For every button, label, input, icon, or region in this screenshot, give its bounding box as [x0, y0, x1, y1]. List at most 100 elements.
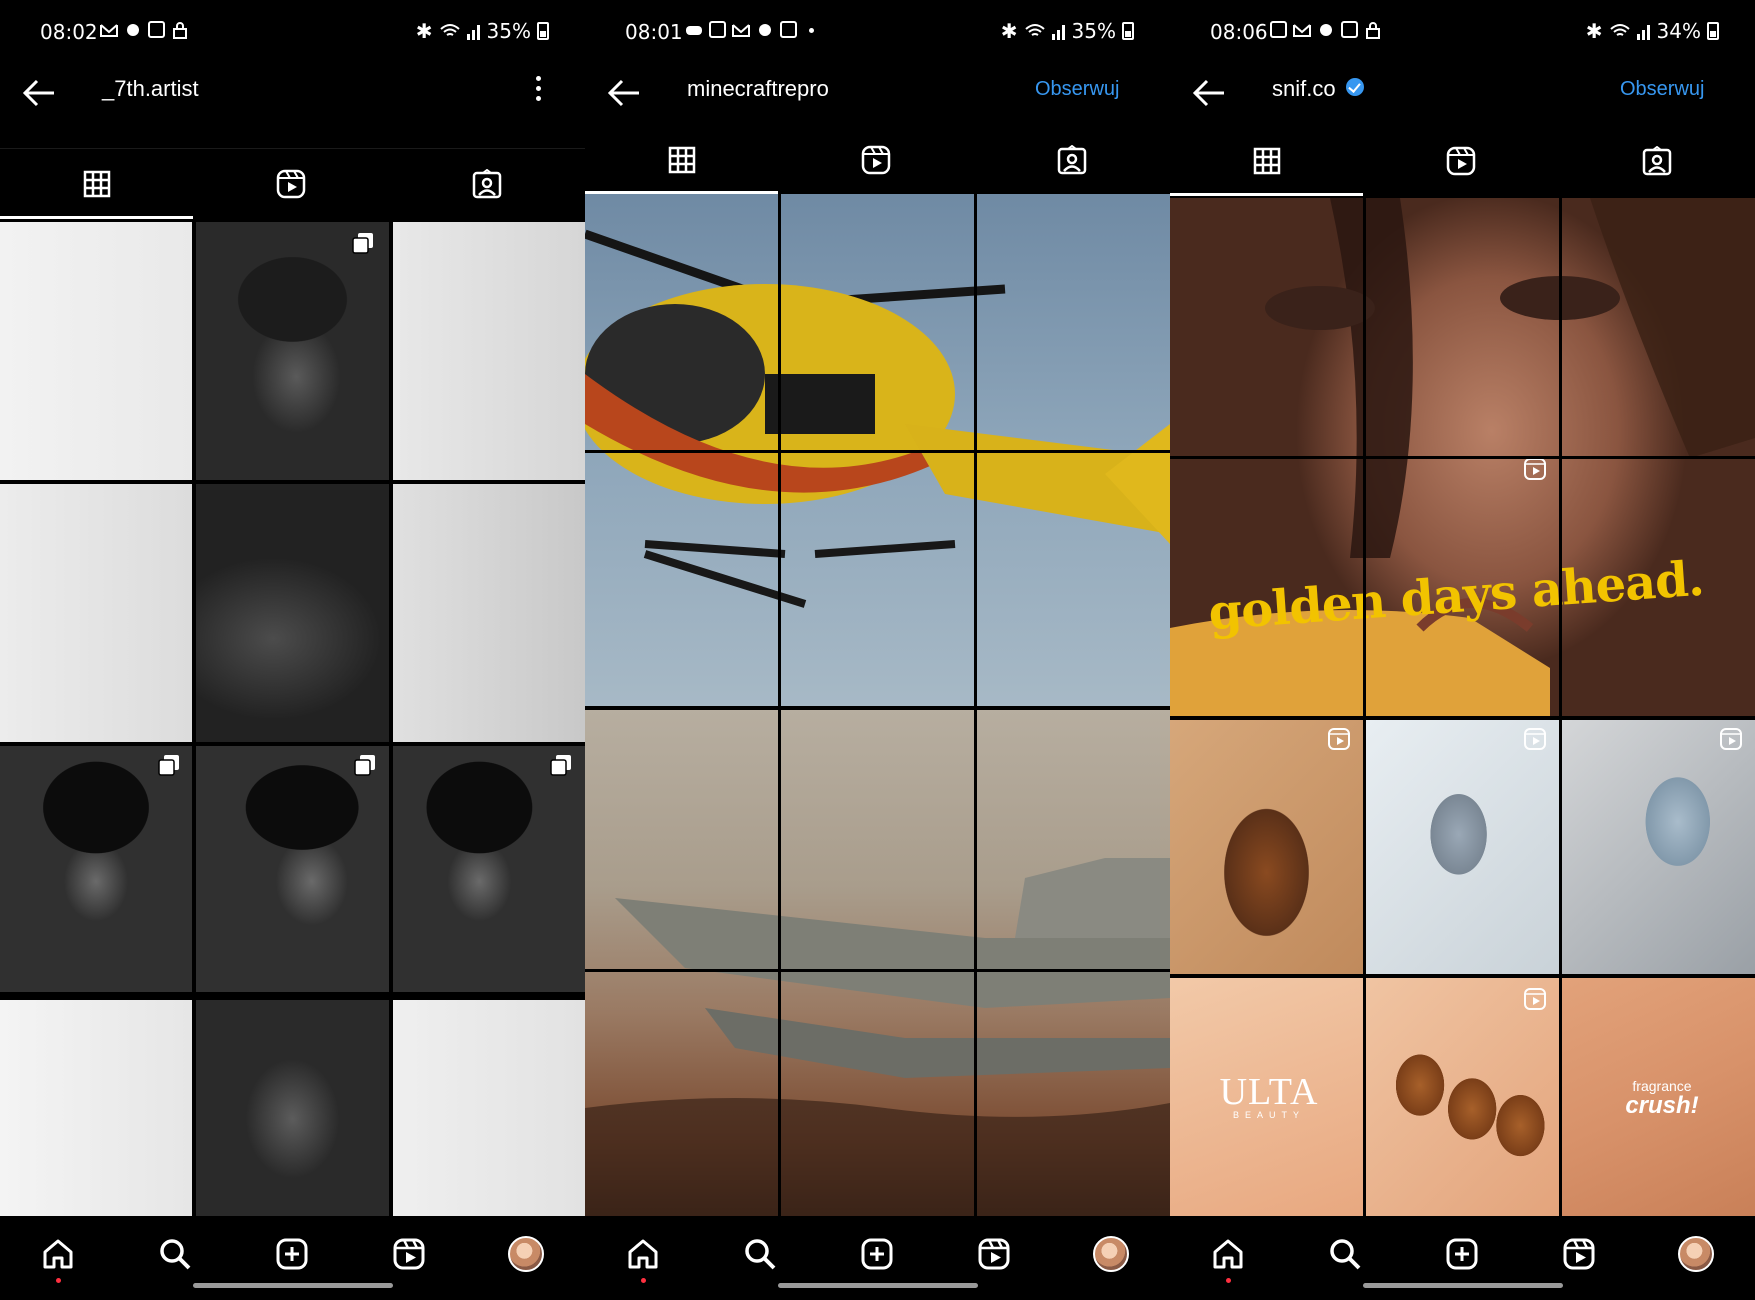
home-icon: [628, 1239, 658, 1269]
home-icon: [1213, 1239, 1243, 1269]
post-grid: [585, 194, 1170, 1216]
profile-tabs: [1170, 126, 1755, 196]
plus-square-icon: [861, 1238, 893, 1270]
back-arrow-icon[interactable]: [607, 78, 641, 108]
reel-icon: [1720, 728, 1742, 750]
post-thumbnail[interactable]: [1170, 720, 1363, 974]
tab-reels[interactable]: [193, 149, 389, 219]
battery-level: 35%: [1071, 19, 1116, 43]
ulta-logo: ULTA BEAUTY: [1204, 1070, 1334, 1120]
username-text: snif.co: [1272, 76, 1336, 101]
follow-button[interactable]: Obserwuj: [1035, 78, 1119, 101]
bottom-nav: [1170, 1216, 1755, 1300]
back-arrow-icon[interactable]: [1192, 78, 1226, 108]
grid-divider: [1363, 198, 1366, 1216]
nav-profile[interactable]: [506, 1234, 546, 1274]
post-thumbnail[interactable]: [393, 746, 585, 992]
nav-reels[interactable]: [974, 1234, 1014, 1274]
search-icon: [160, 1239, 191, 1270]
check-icon: [148, 21, 165, 38]
fragrance-line2: crush!: [1625, 1092, 1699, 1119]
profile-header: _7th.artist: [0, 64, 585, 124]
nav-reels[interactable]: [389, 1234, 429, 1274]
notification-dot: [1226, 1278, 1231, 1283]
grid-divider: [778, 194, 781, 1216]
app-icon: [124, 21, 142, 39]
post-thumbnail[interactable]: fragrance crush!: [1562, 978, 1755, 1216]
phone-screen-1: 08:02 ✱ 35% _7th.artist: [0, 0, 585, 1300]
post-thumbnail[interactable]: ULTA BEAUTY: [1170, 978, 1363, 1216]
post-thumbnail[interactable]: [0, 484, 192, 742]
post-thumbnail[interactable]: [1366, 720, 1559, 974]
more-options-icon[interactable]: [536, 76, 542, 106]
status-bar: 08:06 ✱ 34%: [1170, 0, 1755, 64]
phone-screen-3: 08:06 ✱ 34% snif.co Obserwuj golden days…: [1170, 0, 1755, 1300]
post-thumbnail[interactable]: [0, 222, 192, 480]
wifi-icon: [1609, 24, 1630, 36]
tab-grid[interactable]: [1170, 126, 1363, 196]
tab-tagged[interactable]: [974, 126, 1170, 194]
post-thumbnail[interactable]: [196, 222, 389, 480]
status-time: 08:02: [40, 20, 98, 44]
profile-header: snif.co Obserwuj: [1170, 64, 1755, 124]
nav-reels[interactable]: [1559, 1234, 1599, 1274]
tab-grid[interactable]: [0, 149, 193, 219]
plus-square-icon: [276, 1238, 308, 1270]
gmail-icon: [100, 21, 118, 39]
tab-tagged[interactable]: [389, 149, 585, 219]
post-grid: golden days ahead. ULTA BEAUTY fragrance…: [1170, 198, 1755, 1216]
jet-image: [585, 858, 1170, 1216]
post-thumbnail[interactable]: [0, 746, 192, 992]
tab-reels[interactable]: [1363, 126, 1559, 196]
status-right: ✱ 35%: [1001, 19, 1134, 43]
battery-level: 34%: [1656, 19, 1701, 43]
profile-header: minecraftrepro Obserwuj: [585, 64, 1170, 124]
notification-icons: [685, 21, 821, 39]
nav-profile[interactable]: [1091, 1234, 1131, 1274]
status-bar: 08:02 ✱ 35%: [0, 0, 585, 64]
wifi-icon: [1024, 24, 1045, 36]
nav-search[interactable]: [1325, 1234, 1365, 1274]
notification-dot: [641, 1278, 646, 1283]
notification-dot: [56, 1278, 61, 1283]
post-thumbnail[interactable]: [196, 1000, 389, 1216]
nav-home[interactable]: [623, 1234, 663, 1274]
nav-search[interactable]: [155, 1234, 195, 1274]
back-arrow-icon[interactable]: [22, 78, 56, 108]
post-thumbnail[interactable]: [393, 1000, 585, 1216]
post-thumbnail[interactable]: [1366, 978, 1559, 1216]
nav-profile[interactable]: [1676, 1234, 1716, 1274]
reels-icon: [1563, 1238, 1595, 1270]
post-thumbnail[interactable]: [393, 484, 585, 742]
tab-grid[interactable]: [585, 126, 778, 194]
fragrance-text: fragrance crush!: [1602, 1078, 1722, 1120]
tab-tagged[interactable]: [1559, 126, 1755, 196]
grid-divider: [1170, 716, 1755, 720]
nav-create[interactable]: [1442, 1234, 1482, 1274]
nav-create[interactable]: [857, 1234, 897, 1274]
status-bar: 08:01 ✱ 35%: [585, 0, 1170, 64]
search-icon: [1330, 1239, 1361, 1270]
signal-icon: [1051, 25, 1065, 40]
reels-icon: [861, 145, 891, 175]
notification-icons: [100, 21, 189, 39]
nav-search[interactable]: [740, 1234, 780, 1274]
post-thumbnail[interactable]: [196, 746, 389, 992]
reels-icon: [978, 1238, 1010, 1270]
post-thumbnail[interactable]: [393, 222, 585, 480]
post-thumbnail[interactable]: [196, 484, 389, 742]
jet-mosaic: [585, 708, 1170, 1216]
nav-create[interactable]: [272, 1234, 312, 1274]
reel-icon: [1328, 728, 1350, 750]
avatar: [508, 1236, 544, 1272]
avatar: [1678, 1236, 1714, 1272]
more-notifications-icon: [803, 21, 821, 39]
grid-divider: [585, 969, 1170, 972]
status-right: ✱ 35%: [416, 19, 549, 43]
follow-button[interactable]: Obserwuj: [1620, 78, 1704, 101]
nav-home[interactable]: [38, 1234, 78, 1274]
nav-home[interactable]: [1208, 1234, 1248, 1274]
tab-reels[interactable]: [778, 126, 974, 194]
post-thumbnail[interactable]: [0, 1000, 192, 1216]
post-thumbnail[interactable]: [1562, 720, 1755, 974]
